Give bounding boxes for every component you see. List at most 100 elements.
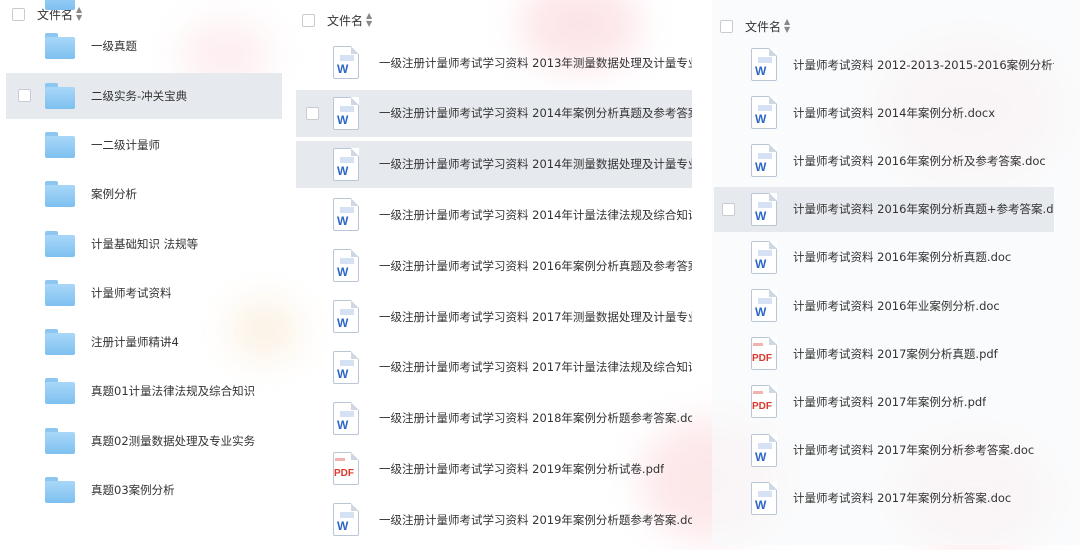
file-row[interactable]: W 计量师考试资料 2016年案例分析及参考答案.doc xyxy=(714,138,1054,183)
folder-row[interactable]: 一二级计量师 xyxy=(6,122,282,168)
row-checkbox[interactable] xyxy=(722,202,735,216)
file-type-label: PDF xyxy=(334,468,354,480)
file-name[interactable]: 一级注册计量师考试学习资料 2013年测量数据处理及计量专业实务 xyxy=(379,55,692,71)
file-name[interactable]: 一级注册计量师考试学习资料 2017年测量数据处理及计量专业实务 xyxy=(379,309,692,325)
file-name[interactable]: 一二级计量师 xyxy=(91,137,160,153)
file-stripe xyxy=(340,309,354,315)
file-name[interactable]: 案例分析 xyxy=(91,186,137,202)
file-name[interactable]: 计量师考试资料 2016年案例分析真题+参考答案.doc xyxy=(793,201,1054,217)
file-corner xyxy=(769,192,777,201)
folder-body xyxy=(45,135,75,158)
file-name[interactable]: 计量师考试资料 xyxy=(91,285,172,301)
file-name[interactable]: 一级注册计量师考试学习资料 2019年案例分析试卷.pdf xyxy=(379,461,664,477)
file-row[interactable]: W 一级注册计量师考试学习资料 2017年测量数据处理及计量专业实务 xyxy=(296,293,692,340)
file-row[interactable]: W 一级注册计量师考试学习资料 2018年案例分析题参考答案.doc xyxy=(296,395,692,442)
file-type-label: W xyxy=(337,265,349,280)
word-file-icon: W xyxy=(751,192,777,226)
file-name[interactable]: 一级注册计量师考试学习资料 2019年案例分析题参考答案.doc xyxy=(379,512,692,528)
file-type-label: W xyxy=(755,449,767,464)
file-row[interactable]: W 计量师考试资料 2016年案例分析真题.doc xyxy=(714,235,1054,280)
folder-row[interactable]: 计量师考试资料 xyxy=(6,270,282,316)
file-name[interactable]: 计量师考试资料 2016年案例分析真题.doc xyxy=(793,249,1011,265)
file-corner xyxy=(351,249,359,258)
file-name[interactable]: 一级注册计量师考试学习资料 2014年案例分析真题及参考答案.doc xyxy=(379,105,692,121)
folder-row[interactable]: 案例分析 xyxy=(6,171,282,217)
file-name[interactable]: 计量师考试资料 2012-2013-2015-2016案例分析试题回忆 xyxy=(793,57,1054,73)
name-column-label[interactable]: 文件名 xyxy=(745,18,781,35)
select-all-checkbox[interactable] xyxy=(302,13,315,27)
select-all-checkbox[interactable] xyxy=(720,19,733,33)
folder-row[interactable]: 真题03案例分析 xyxy=(6,467,282,513)
word-file-icon: W xyxy=(333,249,359,283)
folder-row[interactable]: 计量基础知识 法规等 xyxy=(6,221,282,267)
file-type-label: W xyxy=(337,62,349,76)
file-row[interactable]: W 计量师考试资料 2012-2013-2015-2016案例分析试题回忆 xyxy=(714,42,1054,87)
folder-icon xyxy=(45,329,75,356)
row-checkbox[interactable] xyxy=(18,89,31,103)
sort-icon[interactable]: ▲ ▼ xyxy=(366,12,372,28)
word-file-icon: W xyxy=(751,144,777,178)
pdf-file-icon: PDF xyxy=(751,337,777,371)
file-name[interactable]: 一级注册计量师考试学习资料 2016年案例分析真题及参考答案.doc xyxy=(379,258,692,274)
folder-row[interactable]: 一级真题 xyxy=(6,23,282,69)
word-file-icon: W xyxy=(333,147,359,181)
file-row[interactable]: W 一级注册计量师考试学习资料 2014年测量数据处理及计量专业实务 xyxy=(296,140,692,188)
folder-body xyxy=(45,0,75,10)
folder-icon xyxy=(45,33,75,60)
file-name[interactable]: 二级实务-冲关宝典 xyxy=(91,88,187,104)
file-name[interactable]: 计量师考试资料 2017年案例分析.pdf xyxy=(793,394,986,410)
file-type-label: W xyxy=(755,64,767,78)
folder-body xyxy=(45,382,75,405)
folder-row[interactable]: 注册计量师精讲4 xyxy=(6,319,282,365)
file-name[interactable]: 计量基础知识 法规等 xyxy=(91,236,198,252)
folder-icon xyxy=(45,230,75,257)
file-row[interactable]: W 计量师考试资料 2016年案例分析真题+参考答案.doc xyxy=(714,186,1054,232)
file-row[interactable]: W 计量师考试资料 2017年案例分析参考答案.doc xyxy=(714,428,1054,473)
file-name[interactable]: 一级注册计量师考试学习资料 2017年计量法律法规及综合知识（一 xyxy=(379,359,692,375)
file-row[interactable]: W 一级注册计量师考试学习资料 2014年案例分析真题及参考答案.doc xyxy=(296,89,692,137)
file-stripe xyxy=(340,105,354,112)
file-corner xyxy=(769,385,777,394)
file-name[interactable]: 真题02测量数据处理及专业实务 xyxy=(91,433,255,449)
folder-icon xyxy=(45,279,75,306)
file-row[interactable]: PDF 计量师考试资料 2017案例分析真题.pdf xyxy=(714,331,1054,376)
file-row[interactable]: W 一级注册计量师考试学习资料 2019年案例分析题参考答案.doc xyxy=(296,496,692,543)
folder-row[interactable]: 真题02测量数据处理及专业实务 xyxy=(6,418,282,464)
folder-row[interactable] xyxy=(6,0,282,20)
file-row[interactable]: W 计量师考试资料 2017年案例分析答案.doc xyxy=(714,476,1054,521)
file-name[interactable]: 一级真题 xyxy=(91,38,137,54)
file-name[interactable]: 计量师考试资料 2017案例分析真题.pdf xyxy=(793,346,998,362)
folder-icon xyxy=(45,82,75,109)
file-name[interactable]: 真题03案例分析 xyxy=(91,482,175,498)
sort-icon[interactable]: ▲ ▼ xyxy=(784,18,790,34)
file-row[interactable]: W 一级注册计量师考试学习资料 2013年测量数据处理及计量专业实务 xyxy=(296,39,692,86)
file-name[interactable]: 一级注册计量师考试学习资料 2014年测量数据处理及计量专业实务 xyxy=(379,156,692,172)
folder-row[interactable]: 真题01计量法律法规及综合知识 xyxy=(6,368,282,414)
folder-row[interactable]: 二级实务-冲关宝典 xyxy=(6,72,282,119)
file-name[interactable]: 计量师考试资料 2017年案例分析参考答案.doc xyxy=(793,442,1034,458)
file-name[interactable]: 一级注册计量师考试学习资料 2018年案例分析题参考答案.doc xyxy=(379,410,692,426)
file-name[interactable]: 计量师考试资料 2017年案例分析答案.doc xyxy=(793,490,1011,506)
row-checkbox[interactable] xyxy=(306,106,319,120)
file-name[interactable]: 一级注册计量师考试学习资料 2014年计量法律法规及综合知识（一 xyxy=(379,207,692,223)
file-stripe xyxy=(758,249,772,256)
folder-panel: 文件名 ▲ ▼ 一级真题 二级实务-冲关宝典 一二级计量师 案例分析 计量基础知识 法规等… xyxy=(0,0,288,545)
file-row[interactable]: W 一级注册计量师考试学习资料 2016年案例分析真题及参考答案.doc xyxy=(296,242,692,289)
file-row[interactable]: W 计量师考试资料 2014年案例分析.docx xyxy=(714,90,1054,135)
file-row[interactable]: PDF 一级注册计量师考试学习资料 2019年案例分析试卷.pdf xyxy=(296,445,692,492)
file-row[interactable]: W 计量师考试资料 2016年业案例分析.doc xyxy=(714,283,1054,328)
name-column-label[interactable]: 文件名 xyxy=(327,12,363,29)
file-name[interactable]: 计量师考试资料 2014年案例分析.docx xyxy=(793,105,995,121)
file-row[interactable]: PDF 计量师考试资料 2017年案例分析.pdf xyxy=(714,379,1054,424)
file-name[interactable]: 计量师考试资料 2016年业案例分析.doc xyxy=(793,298,1000,314)
file-corner xyxy=(769,433,777,442)
file-stripe xyxy=(758,153,772,160)
folder-body xyxy=(45,185,75,208)
file-name[interactable]: 真题01计量法律法规及综合知识 xyxy=(91,383,255,399)
file-stripe xyxy=(758,442,772,449)
file-name[interactable]: 注册计量师精讲4 xyxy=(91,334,179,350)
file-row[interactable]: W 一级注册计量师考试学习资料 2017年计量法律法规及综合知识（一 xyxy=(296,344,692,391)
folder-body xyxy=(45,333,75,356)
file-name[interactable]: 计量师考试资料 2016年案例分析及参考答案.doc xyxy=(793,153,1046,169)
file-row[interactable]: W 一级注册计量师考试学习资料 2014年计量法律法规及综合知识（一 xyxy=(296,191,692,238)
